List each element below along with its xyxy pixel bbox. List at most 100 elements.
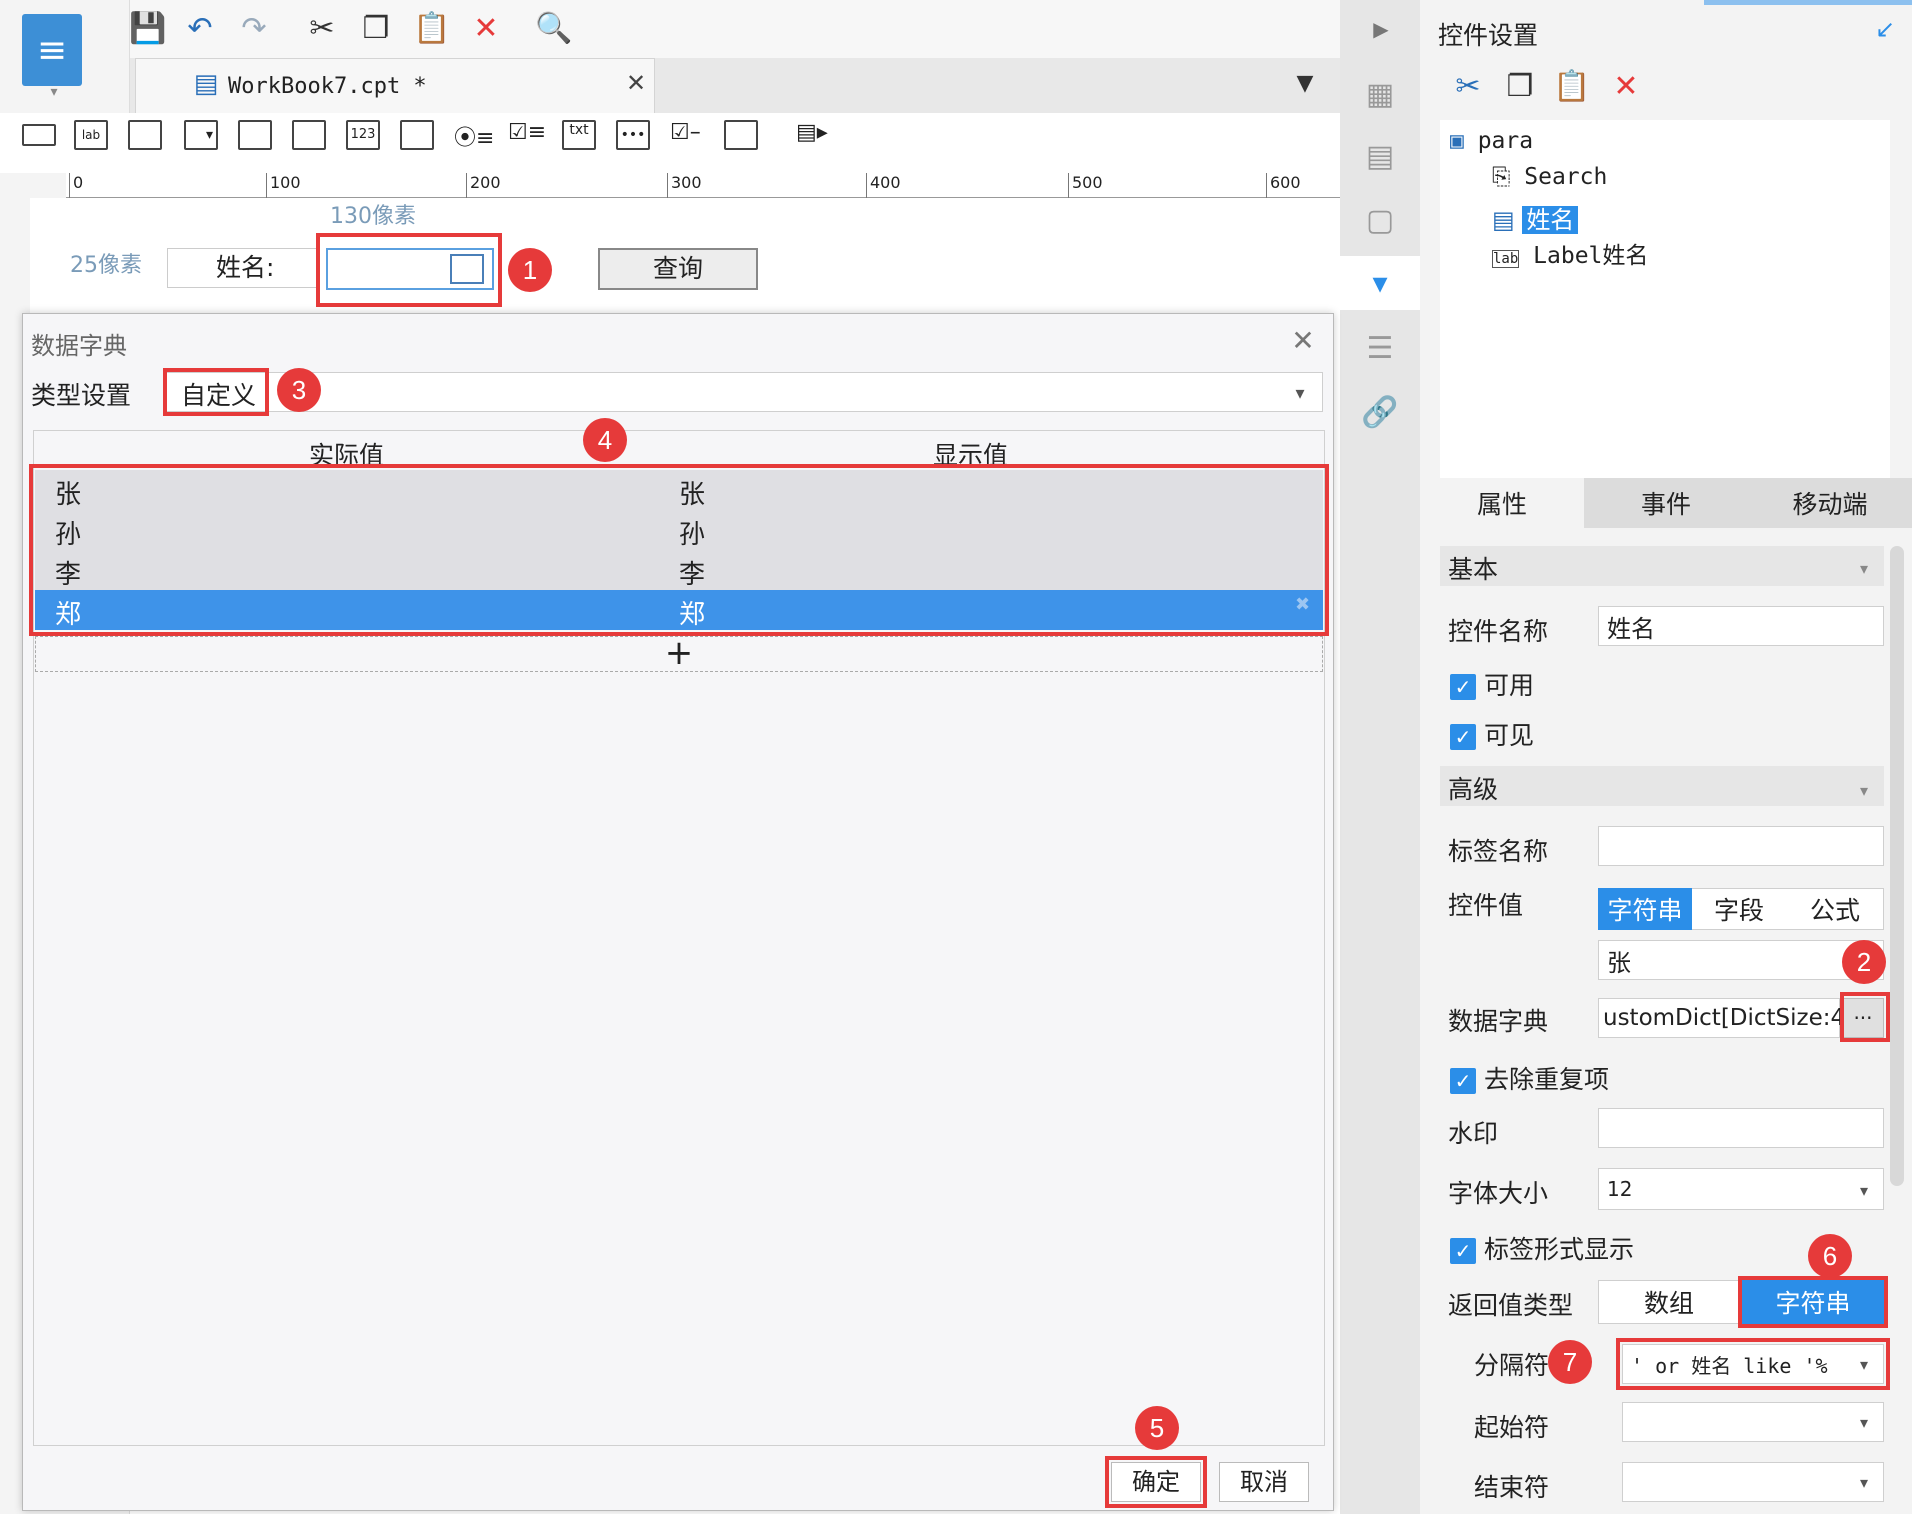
type-label: 类型设置 [31, 381, 132, 410]
check-icon: ✓ [1450, 1238, 1476, 1264]
chevron-down-icon[interactable]: ▾ [1850, 1176, 1878, 1204]
dropdown-menu-icon[interactable]: ▼ [1290, 68, 1320, 98]
section-basic[interactable] [1440, 546, 1884, 586]
frame-icon[interactable]: ▢ [1360, 200, 1400, 240]
value-mode-formula[interactable]: 公式 [1786, 888, 1884, 930]
label-widget-icon[interactable]: lab [74, 120, 108, 150]
delete-icon[interactable]: ✕ [1606, 66, 1646, 106]
tree-item-name[interactable]: ▤ 姓名 [1492, 200, 1579, 235]
section-advanced-title: 高级 [1448, 775, 1499, 804]
section-advanced[interactable] [1440, 766, 1884, 806]
tab-mobile[interactable]: 移动端 [1748, 478, 1912, 528]
chevron-down-icon: ▾ [1859, 780, 1869, 800]
fontsize-label: 字体大小 [1448, 1179, 1549, 1208]
number-widget-icon[interactable]: 123 [346, 120, 380, 150]
chevron-down-icon[interactable]: ▾ [1850, 1408, 1878, 1436]
enabled-checkbox[interactable]: ✓ 可用 [1450, 666, 1534, 702]
tree-item-search[interactable]: ⎘ Search [1492, 164, 1607, 190]
combobox-widget-icon[interactable]: ▾ [184, 120, 218, 150]
return-mode-array[interactable]: 数组 [1598, 1280, 1740, 1324]
copy-icon[interactable]: ❐ [1500, 66, 1540, 106]
copy-icon[interactable]: ❐ [356, 8, 396, 48]
tree-root[interactable]: ▣ para [1450, 128, 1533, 154]
value-mode-field[interactable]: 字段 [1692, 888, 1786, 930]
button-widget-icon[interactable] [128, 120, 162, 150]
textarea-widget-icon[interactable] [400, 120, 434, 150]
cut-icon[interactable]: ✂ [302, 8, 342, 48]
stack-icon[interactable]: ☰ [1360, 328, 1400, 368]
checkbox-group-widget-icon[interactable]: ☑≡ [508, 120, 546, 150]
add-row-button[interactable]: + [35, 636, 1323, 672]
tag-display-label: 标签形式显示 [1484, 1235, 1635, 1264]
section-basic-title: 基本 [1448, 555, 1499, 584]
text-search-icon[interactable]: 🔍 [534, 8, 574, 48]
cut-icon[interactable]: ✂ [1448, 66, 1488, 106]
text-widget-icon[interactable]: txt [562, 120, 596, 150]
tree-item-label[interactable]: lab Label姓名 [1492, 236, 1648, 270]
paste-icon[interactable]: 📋 [412, 8, 452, 48]
more-widgets-icon[interactable]: ▤▸ [796, 120, 830, 150]
password-widget-icon[interactable]: ••• [616, 120, 650, 150]
step-badge-6: 6 [1808, 1234, 1852, 1278]
fontsize-value: 12 [1607, 1177, 1633, 1201]
combo-selected-icon[interactable]: ▾ [1340, 256, 1420, 310]
tree-item-label: Search [1524, 164, 1608, 190]
fontsize-select[interactable]: 12 [1598, 1168, 1884, 1210]
delete-icon[interactable]: ✕ [466, 8, 506, 48]
highlight-5 [1105, 1456, 1207, 1508]
value-label: 控件值 [1448, 891, 1524, 920]
plus-icon: + [664, 633, 694, 673]
visible-checkbox[interactable]: ✓ 可见 [1450, 716, 1534, 752]
paste-icon[interactable]: 📋 [1552, 66, 1592, 106]
tree-root-label: para [1477, 128, 1534, 154]
report-block-icon[interactable]: ▤ [1360, 136, 1400, 176]
width-hint: 130像素 [330, 204, 416, 229]
step-badge-7: 7 [1548, 1340, 1592, 1384]
date-widget-icon[interactable] [238, 120, 272, 150]
collapse-icon[interactable]: ↙ [1870, 14, 1900, 44]
tag-name-field[interactable] [1598, 826, 1884, 866]
close-icon[interactable]: ✕ [624, 68, 648, 98]
return-type-label: 返回值类型 [1448, 1291, 1574, 1320]
undo-icon[interactable]: ↶ [180, 8, 220, 48]
layout-icon[interactable]: ▦ [1360, 74, 1400, 114]
textbox-widget-icon[interactable] [22, 124, 56, 146]
start-char-label: 起始符 [1474, 1413, 1550, 1442]
dict-field: ustomDict[DictSize:4] [1598, 998, 1854, 1038]
ruler-tick: 300 [667, 173, 702, 198]
dict-label: 数据字典 [1448, 1007, 1549, 1036]
value-mode-string[interactable]: 字符串 [1598, 888, 1692, 930]
dedupe-checkbox[interactable]: ✓ 去除重复项 [1450, 1060, 1609, 1096]
end-char-select[interactable] [1622, 1462, 1884, 1502]
tag-display-checkbox[interactable]: ✓ 标签形式显示 [1450, 1230, 1634, 1266]
expand-arrow-icon[interactable]: ▶ [1366, 14, 1396, 44]
cancel-button[interactable]: 取消 [1219, 1462, 1309, 1502]
query-button[interactable]: 查询 [598, 248, 758, 290]
save-icon[interactable]: 💾 [128, 8, 168, 48]
template-icon[interactable]: ≡ [22, 14, 82, 86]
ruler-tick: 600 [1266, 173, 1301, 198]
separator-label: 分隔符 [1474, 1351, 1550, 1380]
redo-icon[interactable]: ↷ [234, 8, 274, 48]
tree-widget-icon[interactable] [724, 120, 758, 150]
watermark-field[interactable] [1598, 1108, 1884, 1148]
close-icon[interactable]: ✕ [1285, 322, 1321, 358]
checkbox-widget-icon[interactable]: ☑– [670, 120, 704, 150]
type-select[interactable] [163, 372, 1323, 412]
chevron-down-icon[interactable]: ▾ [1850, 1468, 1878, 1496]
tab-events[interactable]: 事件 [1584, 478, 1748, 528]
tab-properties[interactable]: 属性 [1420, 478, 1584, 528]
label-icon: lab [1492, 250, 1520, 268]
chevron-down-icon[interactable]: ▾ [44, 84, 64, 100]
radio-group-widget-icon[interactable]: ⦿≡ [454, 120, 494, 151]
name-field[interactable]: 姓名 [1598, 606, 1884, 646]
panel-scrollbar[interactable] [1890, 546, 1904, 1186]
calendar-widget-icon[interactable] [292, 120, 326, 150]
tab-title: WorkBook7.cpt * [228, 73, 427, 99]
enabled-label: 可用 [1484, 671, 1535, 700]
tree-item-label: 姓名 [1522, 206, 1579, 234]
start-char-select[interactable] [1622, 1402, 1884, 1442]
tree-item-label-text: Label姓名 [1533, 243, 1649, 269]
chevron-down-icon[interactable]: ▾ [1285, 378, 1315, 408]
link-icon[interactable]: 🔗 [1360, 392, 1400, 432]
